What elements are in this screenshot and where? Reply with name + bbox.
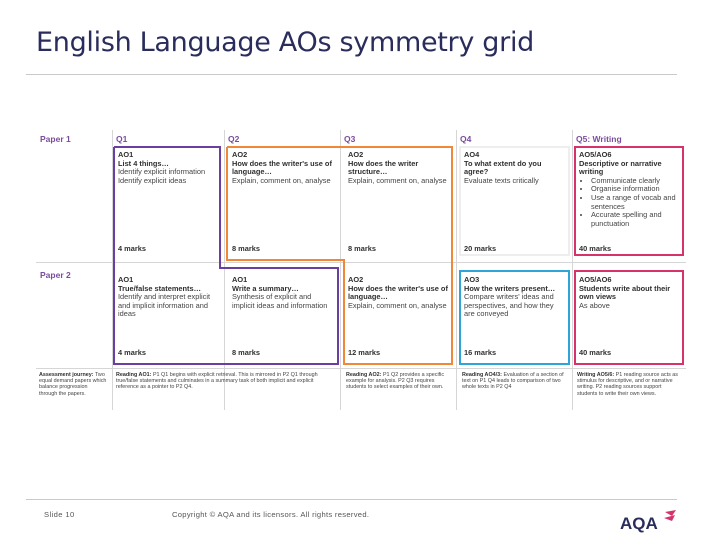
p1-q3-cell: AO2 How does the writer structure… Expla… — [348, 150, 448, 185]
slide-number: Slide 10 — [44, 510, 75, 519]
p1-q3-marks: 8 marks — [348, 244, 376, 253]
aqa-logo-icon: AQA — [620, 510, 676, 533]
journey-writing-ao56: Writing AO5/6: P1 reading source acts as… — [577, 372, 683, 397]
p1-q5-marks: 40 marks — [579, 244, 612, 253]
svg-text:AQA: AQA — [620, 514, 658, 533]
journey-r2-head: Reading AO2: — [346, 372, 382, 378]
p1-q4-desc-1: Evaluate texts critically — [464, 175, 539, 185]
p2-q4-desc-1: Compare writers' ideas and perspectives,… — [464, 292, 554, 319]
p1-q5-bullet: Use a range of vocab and sentences — [591, 193, 681, 211]
journey-reading-ao2: Reading AO2: P1 Q2 provides a specific e… — [346, 372, 452, 391]
p2-q3-desc-1: Explain, comment on, analyse — [348, 300, 447, 310]
p1-q1-marks: 4 marks — [118, 244, 146, 253]
p1-q2-marks: 8 marks — [232, 244, 260, 253]
p2-q3-cell: AO2 How does the writer's use of languag… — [348, 275, 448, 310]
p2-q5-cell: AO5/AO6 Students write about their own v… — [579, 275, 679, 310]
slide-title: English Language AOs symmetry grid — [36, 27, 534, 58]
p1-q5-bullets: Communicate clearly Organise information… — [579, 176, 681, 229]
p1-q3-question: How does the writer structure… — [348, 158, 419, 177]
title-divider — [26, 74, 677, 75]
p2-q1-desc-1: Identify and interpret explicit and impl… — [118, 292, 211, 319]
journey-r3-head: Reading AO4/3: — [462, 372, 502, 378]
copyright-text: Copyright © AQA and its licensors. All r… — [172, 510, 370, 519]
p1-q3-desc-1: Explain, comment on, analyse — [348, 175, 447, 185]
journey-reading-ao1: Reading AO1: P1 Q1 begins with explicit … — [116, 372, 334, 391]
journey-label: Assessment journey: — [39, 372, 94, 378]
p1-q4-cell: AO4 To what extent do you agree? Evaluat… — [464, 150, 564, 185]
p1-q5-cell: AO5/AO6 Descriptive or narrative writing… — [579, 150, 681, 229]
p2-q5-marks: 40 marks — [579, 348, 612, 357]
journey-intro: Assessment journey: Two equal demand pap… — [39, 372, 107, 397]
p2-q2-marks: 8 marks — [232, 348, 260, 357]
footer-divider — [26, 499, 677, 500]
p2-q5-desc-1: As above — [579, 300, 610, 310]
p1-q1-desc-2: Identify explicit ideas — [118, 175, 187, 185]
p2-q4-cell: AO3 How the writers present… Compare wri… — [464, 275, 564, 319]
p2-q3-question: How does the writer's use of language… — [348, 283, 448, 302]
p2-q1-cell: AO1 True/false statements… Identify and … — [118, 275, 218, 319]
p1-q1-cell: AO1 List 4 things… Identify explicit inf… — [118, 150, 218, 185]
p2-q3-marks: 12 marks — [348, 348, 381, 357]
aqa-logo: AQA — [620, 508, 680, 539]
symmetry-grid: Paper 1 Q1 Q2 Q3 Q4 Q5: Writing Paper 2 … — [36, 130, 686, 410]
p1-q5-bullet: Accurate spelling and punctuation — [591, 210, 681, 228]
journey-r1-head: Reading AO1: — [116, 372, 152, 378]
journey-r4-head: Writing AO5/6: — [577, 372, 615, 378]
p1-q5-question: Descriptive or narrative writing — [579, 158, 662, 177]
journey-reading-ao43: Reading AO4/3: Evaluation of a section o… — [462, 372, 568, 391]
p2-q1-marks: 4 marks — [118, 348, 146, 357]
p2-q4-marks: 16 marks — [464, 348, 497, 357]
p2-q5-question: Students write about their own views — [579, 283, 671, 302]
p1-q4-marks: 20 marks — [464, 244, 497, 253]
assessment-journey-row: Assessment journey: Two equal demand pap… — [36, 370, 686, 410]
p1-q4-question: To what extent do you agree? — [464, 158, 542, 177]
p1-q2-cell: AO2 How does the writer's use of languag… — [232, 150, 332, 185]
p1-q2-desc-1: Explain, comment on, analyse — [232, 175, 331, 185]
p2-q2-cell: AO1 Write a summary… Synthesis of explic… — [232, 275, 332, 310]
p2-q2-desc-1: Synthesis of explicit and implicit ideas… — [232, 292, 328, 310]
p1-q2-question: How does the writer's use of language… — [232, 158, 332, 177]
